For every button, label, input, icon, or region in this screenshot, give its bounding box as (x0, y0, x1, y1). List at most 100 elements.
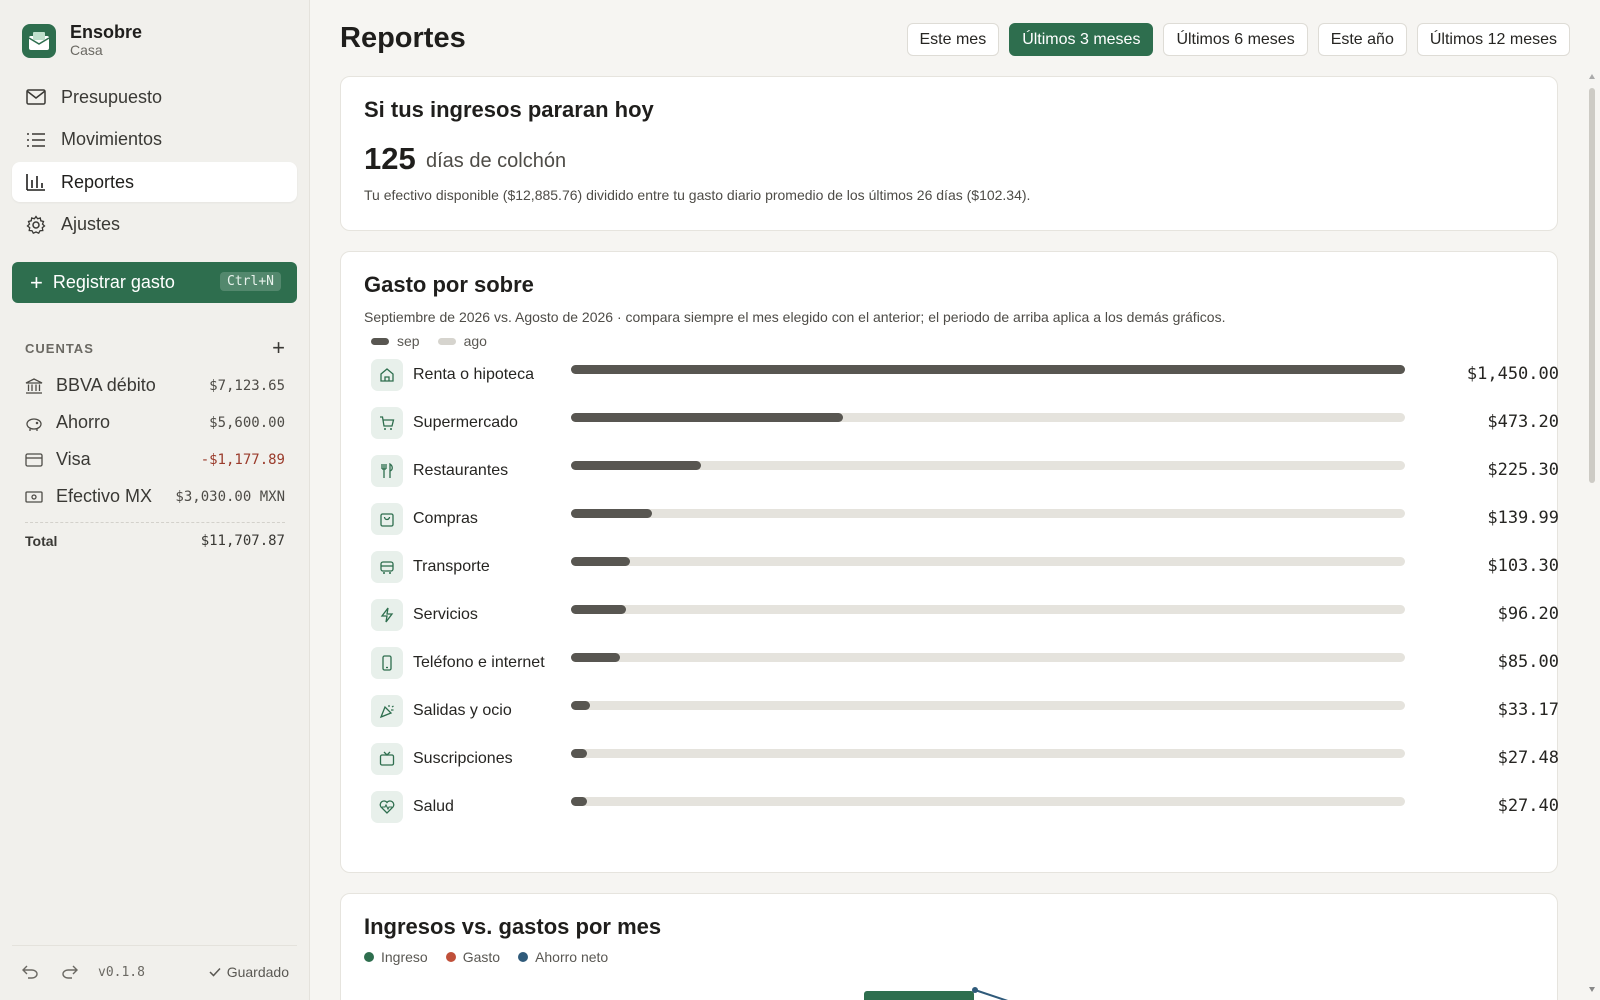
envelope-label: Servicios (413, 606, 478, 623)
bar-fill (571, 557, 631, 566)
envelope-value: $225.30 (1487, 460, 1559, 480)
bar-track (571, 605, 1405, 614)
bar-track (571, 365, 1405, 374)
brand-name: Ensobre (70, 22, 143, 42)
cash-icon (25, 487, 45, 507)
envelope-row[interactable]: Renta o hipoteca $1,450.00 (371, 359, 1559, 395)
phone-icon (371, 647, 403, 679)
total-value: $11,707.87 (200, 533, 285, 549)
net-savings-line (972, 987, 1009, 1000)
bolt-icon (371, 599, 403, 631)
undo-icon[interactable] (16, 958, 44, 986)
income-vs-expense-legend: Ingreso Gasto Ahorro neto (364, 949, 626, 965)
register-expense-button[interactable]: + Registrar gasto Ctrl+N (12, 262, 297, 303)
legend-item-ahorro-neto: Ahorro neto (518, 949, 608, 965)
shopping-bag-icon (371, 503, 403, 535)
piggy-bank-icon (25, 413, 45, 433)
scrollbar[interactable] (1588, 74, 1596, 992)
nav-item-presupuesto[interactable]: Presupuesto (12, 77, 297, 117)
gear-icon (25, 214, 47, 236)
account-item[interactable]: Ahorro $5,600.00 (25, 404, 285, 441)
main-nav: Presupuesto Movimientos Reportes Ajustes (12, 77, 297, 247)
cushion-days: 125 (364, 141, 416, 176)
bar-fill (571, 749, 587, 758)
envelope-value: $103.30 (1487, 556, 1559, 576)
account-name: Visa (56, 449, 91, 469)
envelope-value: $1,450.00 (1466, 364, 1559, 384)
nav-item-movimientos[interactable]: Movimientos (12, 120, 297, 160)
cushion-note: Tu efectivo disponible ($12,885.76) divi… (364, 187, 1031, 203)
check-icon (209, 967, 221, 977)
envelope-row[interactable]: Salidas y ocio $33.17 (371, 695, 1559, 731)
envelope-label: Salud (413, 798, 454, 815)
scrollbar-up-arrow[interactable] (1589, 74, 1595, 79)
scrollbar-thumb[interactable] (1589, 88, 1595, 483)
envelope-label: Salidas y ocio (413, 702, 512, 719)
envelope-row[interactable]: Supermercado $473.20 (371, 407, 1559, 443)
nav-label: Presupuesto (61, 86, 163, 107)
envelope-value: $85.00 (1497, 652, 1559, 672)
period-selector: Este mes Últimos 3 meses Últimos 6 meses… (906, 23, 1570, 56)
nav-label: Ajustes (61, 214, 121, 234)
legend-dot (364, 952, 374, 962)
bar-track (571, 509, 1405, 518)
bar-chart-icon (25, 171, 47, 193)
cushion-card: Si tus ingresos pararan hoy 125 días de … (340, 76, 1558, 231)
envelope-row[interactable]: Transporte $103.30 (371, 551, 1559, 587)
sidebar-footer: v0.1.8 Guardado (12, 945, 297, 986)
account-item[interactable]: BBVA débito $7,123.65 (25, 367, 285, 404)
envelope-spend-title: Gasto por sobre (364, 272, 534, 297)
envelope-spend-subtitle: Septiembre de 2026 vs. Agosto de 2026 · … (364, 309, 1226, 325)
period-ultimos-6-meses[interactable]: Últimos 6 meses (1163, 23, 1308, 56)
envelope-row[interactable]: Compras $139.99 (371, 503, 1559, 539)
income-bar (864, 991, 974, 1000)
period-ultimos-12-meses[interactable]: Últimos 12 meses (1416, 23, 1570, 56)
period-este-ano[interactable]: Este año (1317, 23, 1407, 56)
envelope-label: Suscripciones (413, 750, 513, 767)
bar-fill (571, 509, 652, 518)
total-label: Total (25, 533, 58, 549)
nav-item-ajustes[interactable]: Ajustes (12, 205, 297, 245)
nav-label: Reportes (61, 171, 135, 192)
brand[interactable]: Ensobre Casa (22, 22, 142, 59)
legend-item-gasto: Gasto (445, 949, 500, 965)
bar-fill (571, 365, 1405, 374)
legend-item-ago: ago (437, 333, 487, 349)
tv-icon (371, 743, 403, 775)
utensils-icon (371, 455, 403, 487)
bar-fill (571, 461, 701, 470)
bar-fill (571, 653, 620, 662)
scrollbar-down-arrow[interactable] (1589, 987, 1595, 992)
account-name: Ahorro (56, 412, 111, 432)
account-name: Efectivo MX (56, 486, 153, 506)
period-ultimos-3-meses[interactable]: Últimos 3 meses (1009, 23, 1154, 56)
account-item[interactable]: Visa -$1,177.89 (25, 441, 285, 478)
envelope-row[interactable]: Suscripciones $27.48 (371, 743, 1559, 779)
add-account-button[interactable]: + (272, 337, 285, 359)
period-este-mes[interactable]: Este mes (906, 23, 1000, 56)
cushion-title: Si tus ingresos pararan hoy (364, 97, 654, 122)
main-content: Reportes Este mes Últimos 3 meses Último… (310, 0, 1600, 1000)
register-expense-label: Registrar gasto (52, 272, 175, 292)
cart-icon (371, 407, 403, 439)
envelope-row[interactable]: Teléfono e internet $85.00 (371, 647, 1559, 683)
account-item[interactable]: Efectivo MX $3,030.00 MXN (25, 478, 285, 515)
sidebar: Ensobre Casa Presupuesto Movimientos Rep… (0, 0, 310, 1000)
envelope-label: Renta o hipoteca (413, 366, 534, 383)
account-balance: $7,123.65 (209, 377, 285, 394)
envelope-row[interactable]: Restaurantes $225.30 (371, 455, 1559, 491)
nav-item-reportes[interactable]: Reportes (12, 162, 297, 202)
accounts-header: CUENTAS + (25, 337, 285, 359)
envelope-row[interactable]: Salud $27.40 (371, 791, 1559, 827)
envelope-spend-card: Gasto por sobre Septiembre de 2026 vs. A… (340, 251, 1559, 873)
account-balance: $3,030.00 MXN (175, 488, 285, 505)
home-icon (371, 359, 403, 391)
bus-icon (371, 551, 403, 583)
nav-label: Movimientos (61, 129, 163, 149)
heart-pulse-icon (371, 791, 403, 823)
credit-card-icon (25, 450, 45, 470)
account-balance: -$1,177.89 (200, 451, 285, 468)
envelope-row[interactable]: Servicios $96.20 (371, 599, 1559, 635)
legend-swatch (437, 337, 456, 345)
redo-icon[interactable] (56, 958, 84, 986)
